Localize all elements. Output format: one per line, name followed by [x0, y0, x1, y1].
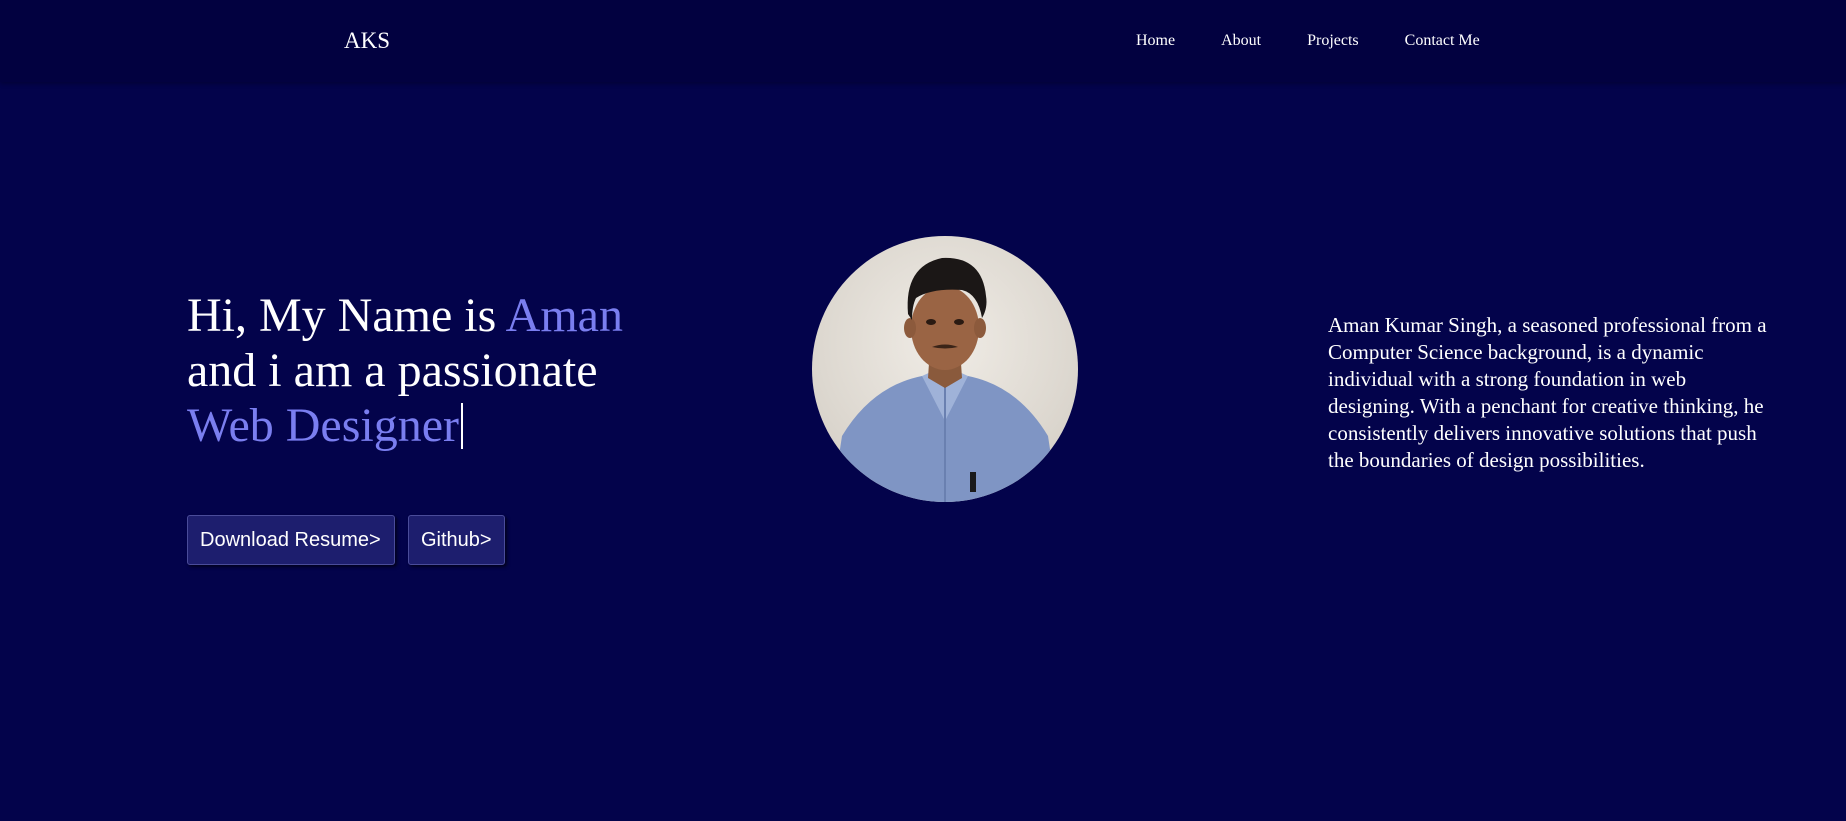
- nav-link-contact[interactable]: Contact Me: [1405, 32, 1480, 50]
- nav-link-about[interactable]: About: [1221, 32, 1261, 50]
- profile-photo: [812, 236, 1078, 502]
- site-logo[interactable]: AKS: [344, 28, 390, 54]
- navbar: AKS Home About Projects Contact Me: [0, 0, 1846, 82]
- hero-role: Web Designer: [187, 399, 460, 452]
- nav-link-home[interactable]: Home: [1136, 32, 1175, 50]
- nav-link-projects[interactable]: Projects: [1307, 32, 1359, 50]
- hero-greeting: Hi, My Name is: [187, 289, 506, 342]
- person-portrait-icon: [832, 257, 1058, 502]
- github-button[interactable]: Github>: [408, 515, 505, 565]
- typing-caret: [461, 403, 464, 449]
- hero-tagline: and i am a passionate: [187, 344, 598, 397]
- hero-heading: Hi, My Name is Aman and i am a passionat…: [187, 288, 623, 453]
- download-resume-button[interactable]: Download Resume>: [187, 515, 395, 565]
- nav-links: Home About Projects Contact Me: [1136, 32, 1526, 50]
- bio-text: Aman Kumar Singh, a seasoned professiona…: [1328, 313, 1767, 472]
- hero-name: Aman: [505, 289, 623, 342]
